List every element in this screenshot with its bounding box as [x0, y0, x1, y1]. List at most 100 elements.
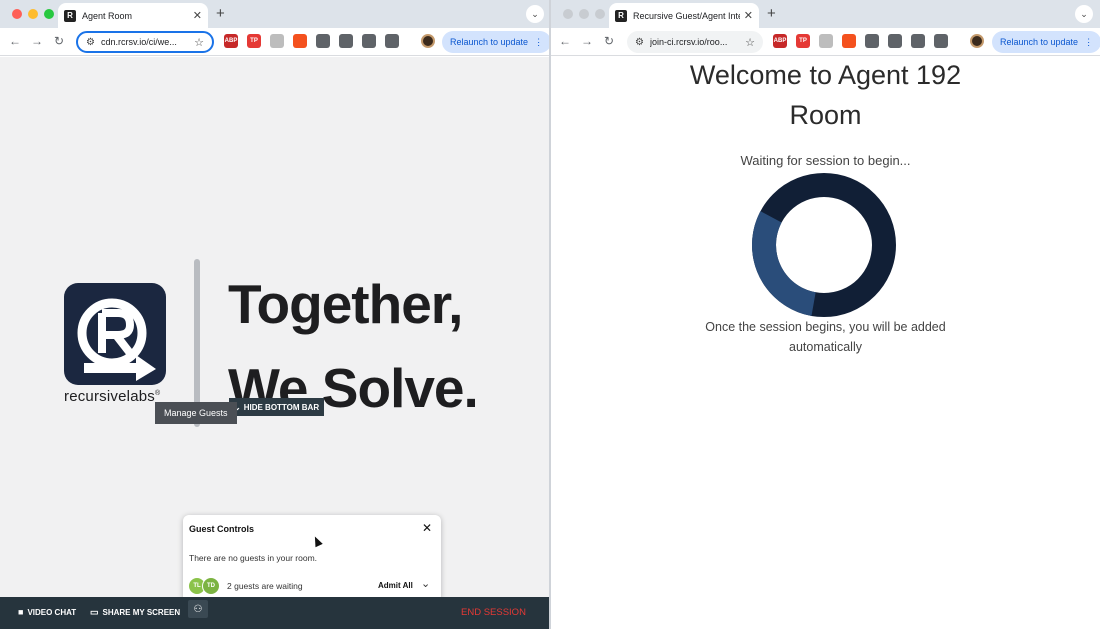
extension-icon[interactable]: [270, 34, 284, 48]
browser-toolbar: ← → ↻ ⚙ cdn.rcrsv.io/ci/we... ☆ ABP TP Re…: [0, 28, 549, 56]
minimize-window-button[interactable]: [579, 9, 589, 19]
admit-all-button[interactable]: Admit All: [378, 581, 413, 590]
tagline-line-1: Together,: [228, 273, 463, 335]
extension-icon[interactable]: [819, 34, 833, 48]
reload-icon[interactable]: ↻: [604, 34, 614, 48]
extension-icon[interactable]: [362, 34, 376, 48]
recursive-favicon-icon: R: [615, 9, 627, 22]
expand-chevron-icon[interactable]: ⌄: [421, 577, 430, 590]
hide-bottom-bar-label: HIDE BOTTOM BAR: [243, 402, 320, 412]
video-chat-button[interactable]: ■ VIDEO CHAT: [18, 607, 76, 617]
maximize-window-button[interactable]: [595, 9, 605, 19]
back-arrow-icon[interactable]: ←: [559, 34, 571, 48]
tab-guest-interface[interactable]: R Recursive Guest/Agent Interfa ✕: [609, 3, 759, 28]
reload-icon[interactable]: ↻: [54, 34, 64, 48]
close-window-button[interactable]: [12, 9, 22, 19]
relaunch-to-update-button[interactable]: Relaunch to update ⋮: [992, 31, 1100, 53]
tab-agent-room[interactable]: R Agent Room ✕: [58, 3, 208, 28]
extension-icon[interactable]: [339, 34, 353, 48]
extensions-row: ABP TP: [773, 34, 948, 48]
more-menu-icon[interactable]: ⋮: [534, 37, 543, 48]
back-arrow-icon[interactable]: ←: [9, 34, 21, 48]
tab-title: Agent Room: [82, 10, 133, 21]
no-guests-message: There are no guests in your room.: [189, 553, 318, 563]
manage-guests-button[interactable]: ⚇: [188, 600, 208, 618]
welcome-title-line-2: Room: [789, 100, 862, 130]
share-screen-button[interactable]: ▭ SHARE MY SCREEN: [90, 607, 180, 618]
extension-icon[interactable]: [911, 34, 925, 48]
manage-guests-tooltip: Manage Guests: [155, 402, 237, 424]
close-tab-icon[interactable]: ✕: [744, 9, 753, 22]
guest-avatar: TD: [202, 577, 220, 595]
video-chat-label: VIDEO CHAT: [27, 607, 77, 617]
guest-controls-title: Guest Controls: [189, 524, 255, 534]
extension-icon[interactable]: [865, 34, 879, 48]
group-icon: ⚇: [193, 603, 203, 615]
extension-icon[interactable]: ABP: [224, 34, 238, 48]
tab-strip: R Recursive Guest/Agent Interfa ✕ + ⌄: [551, 0, 1100, 28]
extension-icon[interactable]: TP: [247, 34, 261, 48]
waiting-guests-avatars: TL TD: [188, 577, 224, 595]
close-window-button[interactable]: [563, 9, 573, 19]
tab-search-button[interactable]: ⌄: [526, 5, 544, 23]
recursive-favicon-icon: R: [64, 9, 76, 22]
waiting-message: Waiting for session to begin...: [740, 153, 911, 168]
session-bottom-bar: ■ VIDEO CHAT ▭ SHARE MY SCREEN ⚇ END SES…: [0, 597, 549, 629]
relaunch-to-update-button[interactable]: Relaunch to update ⋮: [442, 31, 549, 53]
end-session-button[interactable]: END SESSION: [461, 607, 526, 618]
minimize-window-button[interactable]: [28, 9, 38, 19]
extension-icon[interactable]: [934, 34, 948, 48]
extension-icon[interactable]: [316, 34, 330, 48]
bookmark-star-icon[interactable]: ☆: [745, 36, 755, 49]
more-menu-icon[interactable]: ⋮: [1084, 37, 1093, 48]
close-icon[interactable]: ✕: [422, 521, 432, 535]
guest-browser-window: R Recursive Guest/Agent Interfa ✕ + ⌄ ← …: [551, 0, 1100, 629]
video-camera-icon: ■: [18, 607, 24, 617]
agent-room-page: recursivelabs® Together, We Solve. ⌄ HID…: [0, 57, 549, 602]
new-tab-button[interactable]: +: [767, 5, 776, 22]
close-tab-icon[interactable]: ✕: [193, 9, 202, 22]
profile-avatar[interactable]: [970, 34, 984, 48]
address-bar[interactable]: ⚙ join-ci.rcrsv.io/roo... ☆: [627, 31, 763, 53]
new-tab-button[interactable]: +: [216, 5, 225, 22]
address-bar[interactable]: ⚙ cdn.rcrsv.io/ci/we... ☆: [76, 31, 214, 53]
extension-icon[interactable]: [385, 34, 399, 48]
agent-browser-window: R Agent Room ✕ + ⌄ ← → ↻ ⚙ cdn.rcrsv.io/…: [0, 0, 549, 629]
brand-registered-mark: ®: [154, 390, 161, 397]
extension-icon[interactable]: ABP: [773, 34, 787, 48]
relaunch-label: Relaunch to update: [450, 37, 529, 47]
hide-bottom-bar-button[interactable]: ⌄ HIDE BOTTOM BAR: [229, 398, 325, 416]
extension-icon[interactable]: [888, 34, 902, 48]
site-settings-icon[interactable]: ⚙: [86, 37, 95, 48]
share-screen-label: SHARE MY SCREEN: [102, 608, 181, 617]
url-text: cdn.rcrsv.io/ci/we...: [100, 37, 177, 47]
tab-search-button[interactable]: ⌄: [1075, 5, 1093, 23]
extension-icon[interactable]: [293, 34, 307, 48]
loading-spinner: [752, 173, 896, 317]
guest-waiting-page: Welcome to Agent 192 Room Waiting for se…: [551, 57, 1100, 629]
brand-thin: labs: [126, 388, 155, 405]
session-info-message: Once the session begins, you will be add…: [551, 317, 1100, 357]
extension-icon[interactable]: TP: [796, 34, 810, 48]
forward-arrow-icon[interactable]: →: [581, 34, 593, 48]
tab-title: Recursive Guest/Agent Interfa: [633, 10, 740, 21]
browser-toolbar: ← → ↻ ⚙ join-ci.rcrsv.io/roo... ☆ ABP TP …: [551, 28, 1100, 56]
extension-icon[interactable]: [842, 34, 856, 48]
window-controls: [563, 9, 605, 19]
profile-avatar[interactable]: [421, 34, 435, 48]
site-settings-icon[interactable]: ⚙: [635, 37, 644, 48]
forward-arrow-icon[interactable]: →: [31, 34, 43, 48]
brand-wordmark: recursivelabs®: [64, 388, 160, 405]
guest-controls-panel: Guest Controls ✕ There are no guests in …: [183, 515, 441, 602]
brand-bold: recursive: [64, 388, 127, 405]
bookmark-star-icon[interactable]: ☆: [194, 36, 204, 49]
tab-strip: R Agent Room ✕ + ⌄: [0, 0, 549, 28]
session-info-line-2: automatically: [789, 340, 862, 354]
maximize-window-button[interactable]: [44, 9, 54, 19]
welcome-title-line-1: Welcome to Agent 192: [689, 60, 962, 90]
guests-waiting-text: 2 guests are waiting: [227, 581, 303, 591]
extensions-row: ABP TP: [224, 34, 399, 48]
relaunch-label: Relaunch to update: [1000, 37, 1079, 47]
window-controls: [12, 9, 54, 19]
session-info-line-1: Once the session begins, you will be add…: [705, 320, 946, 334]
